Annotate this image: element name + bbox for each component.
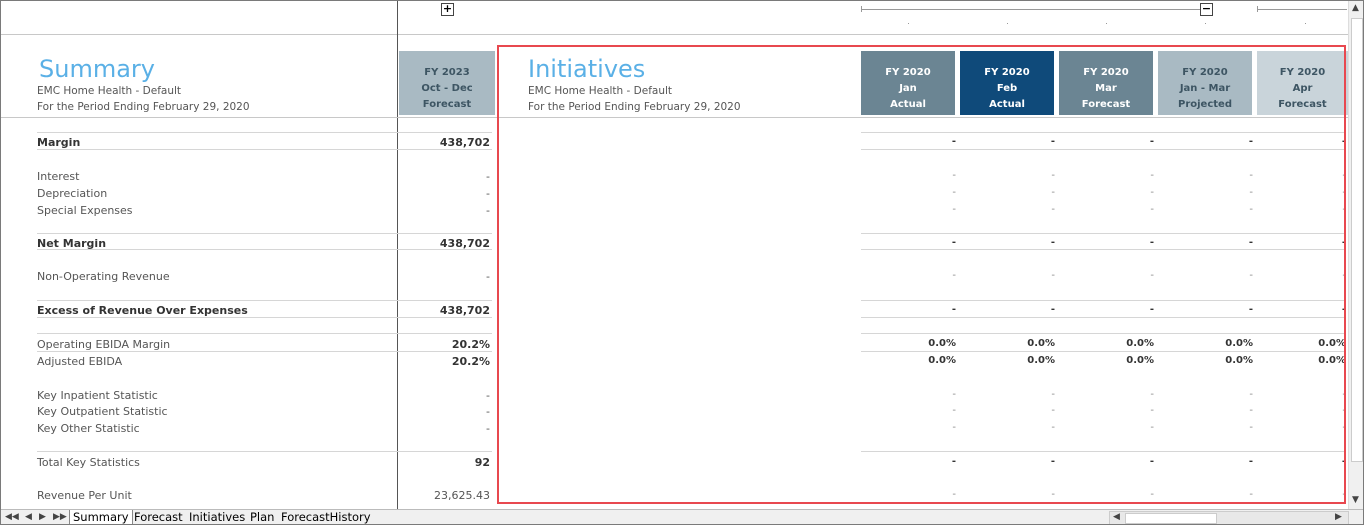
row-separator [37, 149, 492, 150]
prev-sheet-icon[interactable]: ◀ [25, 512, 32, 522]
horizontal-scroll-thumb[interactable] [1125, 513, 1217, 524]
fy-header-line2: Oct - Dec [421, 83, 473, 94]
row-separator [37, 333, 492, 334]
sheet-tab-initiatives[interactable]: Initiatives [186, 510, 248, 524]
horizontal-scrollbar[interactable] [1109, 511, 1349, 524]
row-summary-value: - [486, 170, 490, 183]
fy-header-line1: FY 2023 [424, 67, 470, 78]
row-label: Key Other Statistic [37, 422, 140, 435]
scroll-right-arrow-icon[interactable]: ▶ [1335, 512, 1342, 522]
group-bracket-2 [1257, 9, 1347, 10]
row-label: Interest [37, 170, 80, 183]
last-sheet-icon[interactable]: ▶▶ [53, 512, 67, 522]
row-summary-value: 20.2% [451, 338, 490, 351]
row-summary-value: 438,702 [439, 136, 490, 149]
outline-dot [908, 23, 909, 24]
row-separator [37, 300, 492, 301]
row-summary-value: - [486, 422, 490, 435]
first-sheet-icon[interactable]: ◀◀ [5, 512, 19, 522]
group-bracket-2-end [1257, 6, 1258, 12]
row-label: Adjusted EBIDA [37, 355, 123, 368]
vertical-scroll-thumb[interactable] [1351, 18, 1363, 462]
expand-group-button[interactable]: + [441, 3, 454, 16]
spreadsheet-window: + − Summary EMC Home Health - Default Fo… [0, 0, 1364, 525]
sheet-tab-bar: ◀◀ ◀ ▶ ▶▶ Summary Forecast Initiatives Plan… [1, 509, 1363, 524]
sheet-tab-forecasthistory[interactable]: ForecastHistory [278, 510, 374, 524]
row-separator [37, 451, 492, 452]
row-separator [37, 351, 492, 352]
outline-dot [1106, 23, 1107, 24]
scroll-down-arrow-icon[interactable]: ▼ [1352, 495, 1359, 505]
row-label: Operating EBIDA Margin [37, 338, 171, 351]
row-separator [37, 233, 492, 234]
outline-dot [1305, 23, 1306, 24]
outline-dot [1205, 23, 1206, 24]
row-summary-value: 23,625.43 [434, 489, 490, 502]
sheet-tab-forecast[interactable]: Forecast [131, 510, 186, 524]
collapse-group-button[interactable]: − [1200, 3, 1213, 16]
row-separator [37, 132, 492, 133]
row-summary-value: - [486, 389, 490, 402]
summary-org: EMC Home Health - Default [37, 85, 182, 97]
vertical-scrollbar[interactable]: ▲ ▼ [1348, 1, 1363, 509]
scroll-left-arrow-icon[interactable]: ◀ [1113, 512, 1120, 522]
freeze-pane-divider [397, 1, 398, 509]
summary-period: For the Period Ending February 29, 2020 [37, 101, 250, 113]
row-label: Excess of Revenue Over Expenses [37, 304, 248, 317]
group-bracket [861, 9, 1201, 10]
group-bracket-end [861, 6, 862, 12]
row-label: Margin [37, 136, 81, 149]
row-summary-value: - [486, 270, 490, 283]
sheet-tab-plan[interactable]: Plan [247, 510, 277, 524]
next-sheet-icon[interactable]: ▶ [39, 512, 46, 522]
row-summary-value: - [486, 187, 490, 200]
row-summary-value: 438,702 [439, 237, 490, 250]
row-label: Revenue Per Unit [37, 489, 132, 502]
row-summary-value: - [486, 204, 490, 217]
scroll-up-arrow-icon[interactable]: ▲ [1352, 3, 1359, 13]
initiatives-highlight-box [497, 45, 1346, 504]
row-label: Key Outpatient Statistic [37, 405, 168, 418]
row-label: Total Key Statistics [37, 456, 140, 469]
row-separator [37, 317, 492, 318]
summary-title: Summary [39, 55, 155, 83]
row-label: Non-Operating Revenue [37, 270, 170, 283]
outline-dot [1007, 23, 1008, 24]
fy-header-line3: Forecast [422, 99, 472, 110]
row-label: Depreciation [37, 187, 108, 200]
row-label: Net Margin [37, 237, 107, 250]
row-summary-value: - [486, 405, 490, 418]
outline-band: + − [1, 1, 1348, 35]
row-summary-value: 20.2% [451, 355, 490, 368]
row-label: Key Inpatient Statistic [37, 389, 158, 402]
row-summary-value: 438,702 [439, 304, 490, 317]
row-label: Special Expenses [37, 204, 133, 217]
row-summary-value: 92 [474, 456, 490, 469]
sheet-tab-summary[interactable]: Summary [69, 510, 133, 524]
summary-fy-header: FY 2023 Oct - Dec Forecast [399, 51, 495, 115]
